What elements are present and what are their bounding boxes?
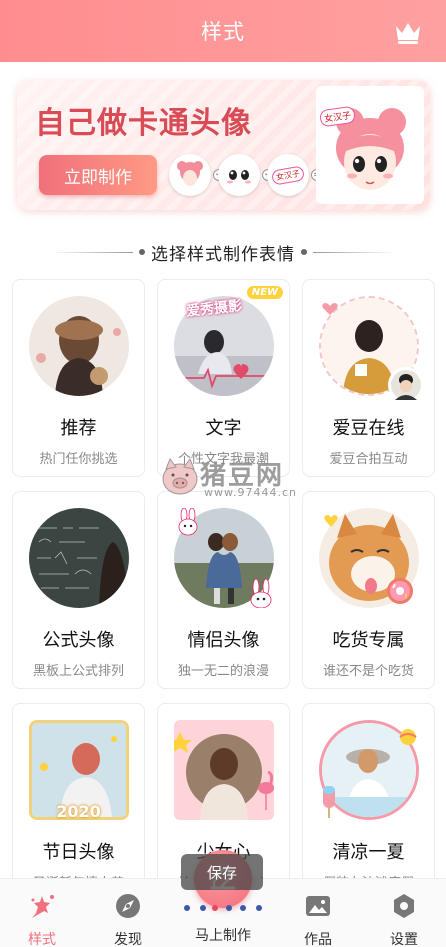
bullet-icon [139, 249, 145, 255]
page-title: 样式 [201, 20, 245, 44]
settings-icon [394, 894, 414, 918]
save-tooltip[interactable]: 保存 [181, 854, 263, 890]
card-title: 吃货专属 [332, 630, 405, 651]
card-title: 爱豆在线 [332, 418, 405, 439]
pig-logo-icon [162, 457, 198, 495]
card-subtitle: 独一无二的浪漫 [177, 664, 269, 679]
nav-item-discover[interactable]: 发现 [88, 879, 168, 947]
style-card-recommend[interactable]: 推荐 热门任你挑选 [12, 279, 145, 477]
heart-icon [324, 515, 338, 527]
section-header: 选择样式制作表情 [0, 238, 446, 266]
watermark: 猪豆网 www.97444.cn [160, 455, 300, 505]
art-year: 2020 [56, 802, 101, 821]
bullet-icon [301, 249, 307, 255]
step-hair-icon [169, 154, 211, 196]
style-card-foodie[interactable]: 吃货专属 谁还不是个吃货 [302, 491, 435, 689]
card-subtitle: 谁还不是个吃货 [322, 664, 414, 679]
donut-icon [387, 578, 413, 604]
card-title: 公式头像 [42, 630, 115, 651]
nav-item-style[interactable]: 样式 [2, 879, 82, 947]
banner-result-avatar: 女汉子 [316, 86, 424, 204]
nav-item-settings[interactable]: 设置 [364, 879, 444, 947]
discover-icon [116, 894, 140, 918]
nav-item-works[interactable]: 作品 [278, 879, 358, 947]
style-icon [31, 895, 54, 918]
tag-label: 女汉子 [270, 164, 306, 186]
flamingo-icon [258, 770, 274, 810]
step-tag-icon: 女汉子 [267, 154, 309, 196]
nav-label: 作品 [304, 932, 332, 947]
works-icon [306, 896, 330, 916]
make-cartoon-avatar-banner[interactable]: 自己做卡通头像 立即制作 + + 女汉子 = [17, 80, 430, 210]
nav-label: 样式 [28, 932, 56, 947]
watermark-url: www.97444.cn [204, 486, 297, 499]
card-title: 情侣头像 [187, 630, 260, 651]
card-title: 文字 [205, 418, 242, 439]
card-title: 节日头像 [42, 842, 115, 863]
style-card-text[interactable]: 爱秀摄影 NEW 文字 个性文字我最潮 [157, 279, 290, 477]
new-badge: NEW [246, 286, 283, 299]
crown-icon[interactable] [394, 20, 422, 44]
style-card-formula[interactable]: 公式头像 黑板上公式排列 [12, 491, 145, 689]
bunny-icon [250, 578, 272, 608]
style-card-summer[interactable]: 清凉一夏 假装在沙滩度假 [302, 703, 435, 901]
ball-icon [399, 729, 417, 745]
make-now-button[interactable]: 立即制作 [39, 155, 157, 195]
section-title: 选择样式制作表情 [151, 244, 295, 265]
card-subtitle: 热门任你挑选 [39, 452, 118, 467]
app-screen: 样式 自己做卡通头像 立即制作 + + 女汉子 [0, 0, 446, 947]
nav-label: 发现 [114, 932, 142, 947]
style-card-festival[interactable]: 2020 节日头像 圣诞新年情人节 [12, 703, 145, 901]
bunny-icon [178, 508, 198, 536]
banner-title: 自己做卡通头像 [35, 106, 252, 141]
card-title: 推荐 [60, 418, 97, 439]
card-subtitle: 黑板上公式排列 [32, 664, 124, 679]
heart-icon [322, 303, 338, 315]
style-card-couple[interactable]: 情侣头像 独一无二的浪漫 [157, 491, 290, 689]
style-card-idol[interactable]: 爱豆在线 爱豆合拍互动 [302, 279, 435, 477]
popsicle-icon [323, 786, 335, 818]
recommend-image [29, 296, 129, 396]
card-subtitle: 爱豆合拍互动 [329, 452, 408, 467]
page-dots-indicator [184, 905, 262, 911]
card-title: 清凉一夏 [332, 842, 405, 863]
formula-image [29, 508, 129, 608]
step-face-icon [218, 154, 260, 196]
nav-label: 马上制作 [195, 928, 251, 944]
nav-label: 设置 [390, 932, 418, 947]
idol-avatar-icon [388, 367, 424, 403]
header-bar: 样式 [0, 0, 446, 62]
